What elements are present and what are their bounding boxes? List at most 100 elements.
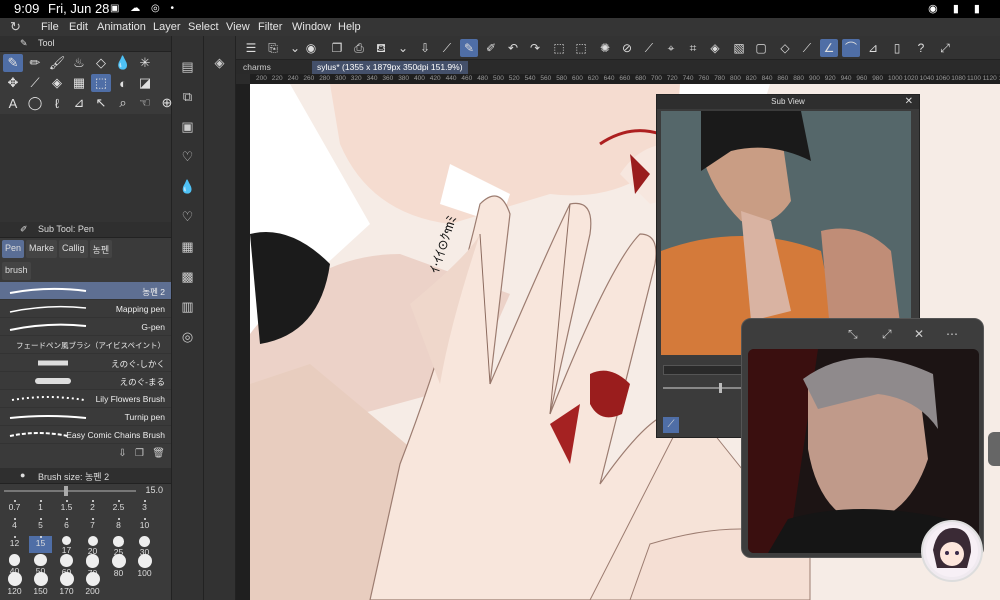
brush-item[interactable]: えのぐ-まる	[0, 372, 171, 390]
calendar-icon[interactable]: ▦	[177, 236, 199, 258]
favorite-icon[interactable]: ♡	[177, 206, 199, 228]
hand-tool-icon[interactable]: ☜	[135, 94, 155, 112]
brush-item[interactable]: フェードペン風ブラシ（アイビスペイント）	[0, 336, 171, 354]
select-all-icon[interactable]: ⬚	[572, 39, 590, 57]
figure-tool-icon[interactable]: ◐	[113, 74, 133, 92]
select-rect-icon[interactable]: ⬚	[550, 39, 568, 57]
menu-filter[interactable]: Filter	[258, 21, 282, 33]
expand-icon[interactable]: ⤢	[882, 327, 892, 342]
brush-size-option[interactable]: 200	[81, 572, 104, 596]
duplicate-icon[interactable]: ❐	[328, 39, 346, 57]
menu-layer[interactable]: Layer	[153, 21, 181, 33]
brush-size-option[interactable]: 30	[133, 536, 156, 557]
folder-icon[interactable]: ⎙	[350, 39, 368, 57]
airbrush-tool-icon[interactable]: ♨	[69, 54, 89, 72]
close-icon[interactable]: ✕	[914, 327, 924, 341]
brush-tool-icon[interactable]: 🖌	[47, 54, 67, 72]
avatar[interactable]	[921, 520, 983, 582]
fill-tool-icon[interactable]: ◈	[47, 74, 67, 92]
lasso-tool-icon[interactable]: ℓ	[47, 94, 67, 112]
brush-size-option[interactable]: 12	[3, 536, 26, 553]
brush-item[interactable]: G-pen	[0, 318, 171, 336]
brush-item[interactable]: Lily Flowers Brush	[0, 390, 171, 408]
sub-view-title-bar[interactable]: Sub View ✕	[657, 95, 919, 109]
brush-size-option[interactable]: 6	[55, 518, 78, 535]
brush-size-option[interactable]: 2.5	[107, 500, 130, 517]
device-icon[interactable]: ▯	[888, 39, 906, 57]
new-file-icon[interactable]: ⎘	[264, 39, 282, 57]
brush-size-option[interactable]: 40	[3, 554, 26, 576]
tab-charms[interactable]: charms	[238, 61, 276, 74]
brush-item[interactable]: えのぐ-しかく	[0, 354, 171, 372]
zoom-tool-icon[interactable]: ⌕	[113, 94, 133, 112]
brush-size-option[interactable]: 50	[29, 554, 52, 576]
brush-size-option[interactable]: 4	[3, 518, 26, 535]
brush-size-option[interactable]: 3	[133, 500, 156, 517]
eraser-tool-icon[interactable]: ◇	[91, 54, 111, 72]
brush-size-option[interactable]: 150	[29, 572, 52, 596]
import-icon[interactable]: ⇩	[416, 39, 434, 57]
invert-selection-icon[interactable]: ✺	[596, 39, 614, 57]
brush-size-option[interactable]: 60	[55, 554, 78, 577]
eyedropper-icon[interactable]: ⟋	[798, 39, 816, 57]
brush-item[interactable]: Turnip pen	[0, 408, 171, 426]
trash-icon[interactable]: 🗑	[152, 448, 165, 459]
brush-item[interactable]: Mapping pen	[0, 300, 171, 318]
menu-icon[interactable]: ☰	[242, 39, 260, 57]
brush-size-option[interactable]: 1.5	[55, 500, 78, 517]
search-brush-tab[interactable]: brush	[2, 262, 31, 280]
object-tool-icon[interactable]: ⬚	[91, 74, 111, 92]
frame-tool-icon[interactable]: ◪	[135, 74, 155, 92]
save-icon[interactable]: ⛾	[372, 39, 390, 57]
pen-icon[interactable]: ✎	[460, 39, 478, 57]
tab-pen[interactable]: Pen	[2, 240, 25, 258]
brush-size-option[interactable]: 8	[107, 518, 130, 535]
minimize-icon[interactable]: ⤡	[848, 327, 858, 342]
clear-icon[interactable]: ⊘	[618, 39, 636, 57]
dropper-icon[interactable]: ⟋	[438, 39, 456, 57]
brush-size-option[interactable]: 15	[29, 536, 52, 553]
menu-edit[interactable]: Edit	[69, 21, 88, 33]
vector-icon[interactable]: ⊿	[864, 39, 882, 57]
blend-tool-icon[interactable]: 💧	[113, 54, 133, 72]
more-options-icon[interactable]: ⋯	[946, 327, 958, 341]
brush-item[interactable]: 농펜 2	[0, 282, 171, 300]
menu-window[interactable]: Window	[292, 21, 331, 33]
close-icon[interactable]: ✕	[905, 95, 913, 109]
decoration-tool-icon[interactable]: ✳	[135, 54, 155, 72]
brush-size-slider[interactable]: 15.0	[0, 484, 171, 498]
brush-size-option[interactable]: 2	[81, 500, 104, 517]
brush-size-option[interactable]: 20	[81, 536, 104, 556]
brush-size-option[interactable]: 170	[55, 572, 78, 596]
brush-size-option[interactable]: 100	[133, 554, 156, 578]
snap-icon[interactable]: ▧	[730, 39, 748, 57]
eyedropper-icon[interactable]: ⟋	[663, 417, 679, 433]
line-icon[interactable]: ⟋	[640, 39, 658, 57]
help-icon[interactable]: ?	[912, 39, 930, 57]
app-logo-icon[interactable]: ↻	[10, 19, 21, 35]
undo-icon[interactable]: ↶	[504, 39, 522, 57]
correct-line-tool-icon[interactable]: ⊿	[69, 94, 89, 112]
tab-sylus[interactable]: sylus* (1355 x 1879px 350dpi 151.9%)	[312, 61, 468, 74]
brush-size-option[interactable]: 80	[107, 554, 130, 578]
brush-size-option[interactable]: 70	[81, 554, 104, 578]
layers-stack-icon[interactable]: ⧉	[177, 86, 199, 108]
brush-size-option[interactable]: 0.7	[3, 500, 26, 517]
material-icon[interactable]: ♡	[177, 146, 199, 168]
fill-icon[interactable]: ◈	[706, 39, 724, 57]
brush-item[interactable]: Easy Comic Chains Brush	[0, 426, 171, 444]
eyedropper-tool-icon[interactable]: ⟋	[25, 74, 45, 92]
cloud-icon[interactable]: ◉	[302, 39, 320, 57]
history-icon[interactable]: ◎	[177, 326, 199, 348]
layer-icon[interactable]: ▤	[177, 56, 199, 78]
stabilizer-icon[interactable]: ∠	[820, 39, 838, 57]
gradient-tool-icon[interactable]: ▦	[69, 74, 89, 92]
layer-stack-icon[interactable]: ◈	[209, 52, 231, 74]
crop-icon[interactable]: ⌗	[684, 39, 702, 57]
brush-icon[interactable]: ✐	[482, 39, 500, 57]
brush-size-option[interactable]: 5	[29, 518, 52, 535]
side-panel-handle[interactable]	[988, 432, 1000, 466]
film-icon[interactable]: ▥	[177, 296, 199, 318]
tab-nongpen[interactable]: 농펜	[89, 240, 113, 258]
menu-view[interactable]: View	[226, 21, 250, 33]
